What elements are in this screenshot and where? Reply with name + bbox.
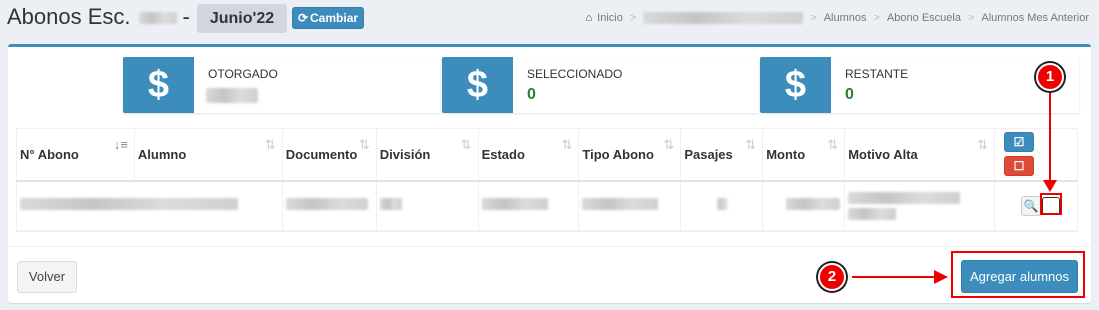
- annotation-badge-2: 2: [818, 263, 846, 291]
- annotation-badge-1: 1: [1036, 63, 1064, 91]
- arrow-1-head: [1043, 180, 1057, 192]
- arrow-2-head: [934, 270, 948, 284]
- annotation-arrows: [852, 88, 1057, 284]
